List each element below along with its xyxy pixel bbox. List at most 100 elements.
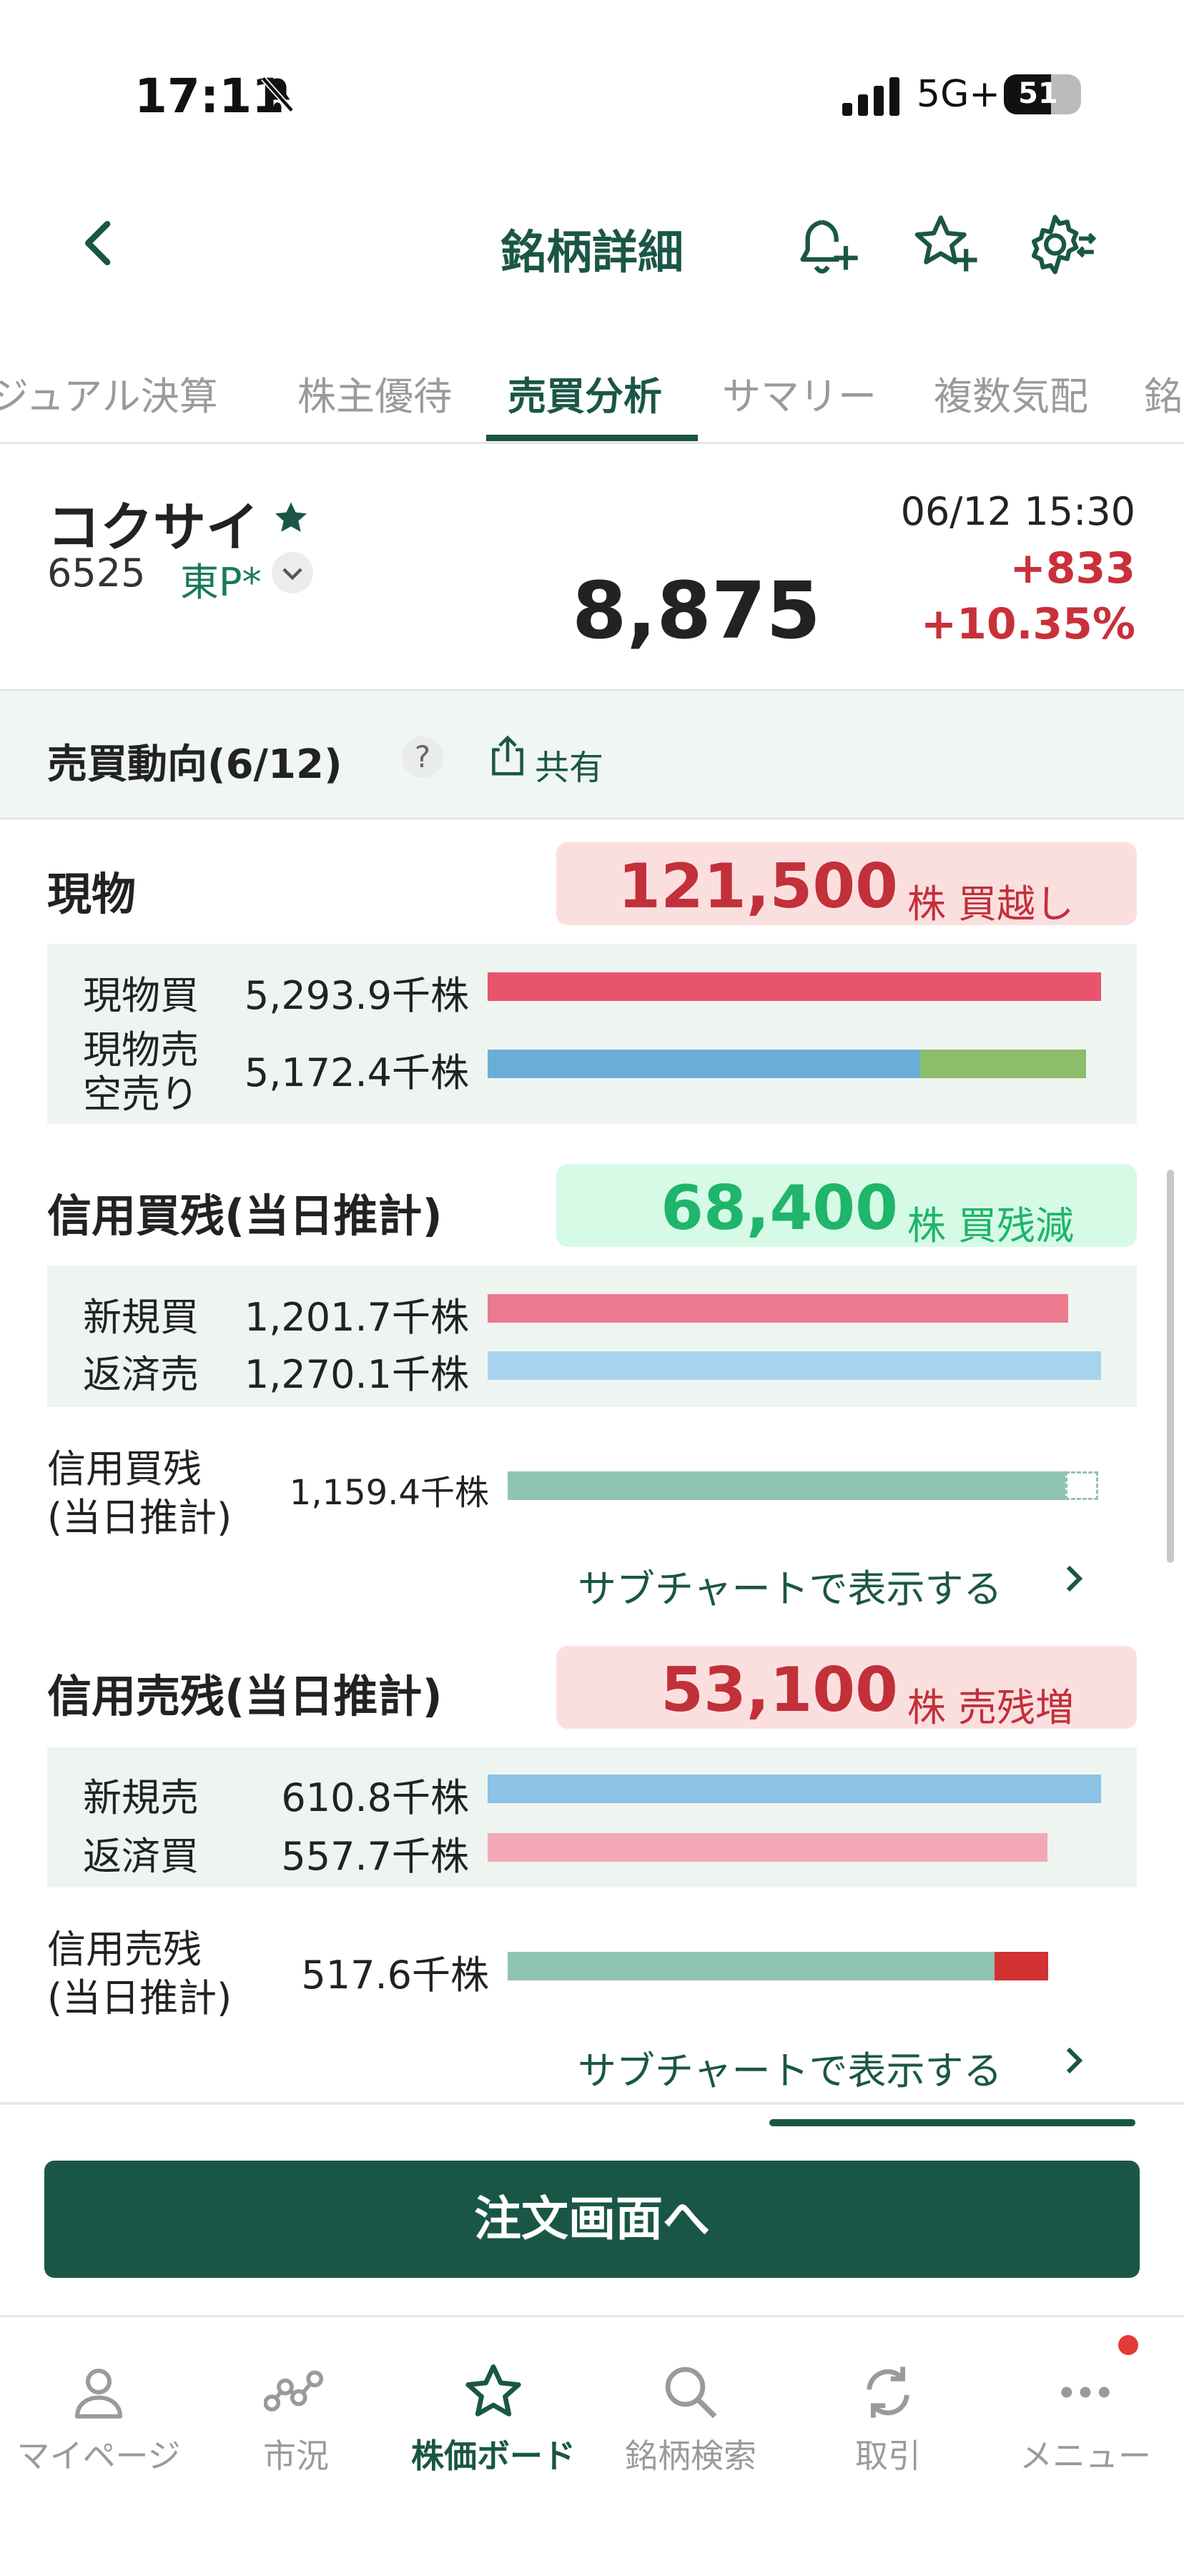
margin-buy-change-value: 68,400: [661, 1173, 898, 1244]
margin-buy-subchart-link[interactable]: サブチャートで表示する: [578, 1557, 1002, 1614]
stock-market: 東P*: [180, 560, 262, 605]
signal-icon: [842, 77, 899, 116]
favorite-star-icon[interactable]: [272, 499, 310, 538]
margin-new-sell-label: 新規売: [83, 1775, 199, 1820]
margin-repay-buy-value: 557.7千株: [281, 1834, 469, 1879]
margin-sell-change-unit: 株 売残増: [907, 1685, 1074, 1730]
margin-sell-increase-bar: [995, 1952, 1048, 1980]
margin-sell-panel: [47, 1747, 1137, 1887]
chevron-right-icon[interactable]: [1057, 2043, 1091, 2078]
order-button[interactable]: 注文画面へ: [44, 2161, 1140, 2278]
tab-next[interactable]: 銘: [1144, 365, 1183, 421]
margin-repay-sell-bar: [488, 1351, 1101, 1380]
person-icon: [75, 2369, 122, 2419]
price-datetime: 06/12 15:30: [900, 489, 1135, 534]
genbutsu-sell-value: 5,172.4千株: [244, 1050, 469, 1095]
network-type: 5G+: [917, 73, 1000, 116]
karauri-bar: [920, 1050, 1086, 1078]
share-button[interactable]: 共有: [535, 739, 603, 789]
nav-trade[interactable]: 取引: [789, 2360, 987, 2477]
battery-icon: 51: [1004, 74, 1081, 114]
margin-buy-badge: 68,400 株 買残減: [556, 1164, 1137, 1248]
genbutsu-buy-value: 5,293.9千株: [244, 973, 469, 1018]
margin-buy-change-unit: 株 買残減: [907, 1203, 1074, 1248]
margin-buy-balance-value: 1,159.4千株: [289, 1473, 489, 1513]
scrollbar[interactable]: [1167, 1170, 1174, 1563]
refresh-icon: [867, 2367, 909, 2418]
next-section-hint: [769, 2119, 1135, 2126]
margin-sell-balance-value: 517.6千株: [301, 1953, 489, 1998]
nav-label: 株価ボード: [411, 2437, 576, 2475]
margin-new-buy-bar: [488, 1294, 1068, 1323]
nav-mypage[interactable]: マイページ: [0, 2360, 197, 2477]
bell-muted-icon: [261, 76, 294, 113]
margin-buy-panel: [47, 1265, 1137, 1407]
genbutsu-net-value: 121,500: [618, 851, 898, 922]
chevron-right-icon[interactable]: [1057, 1561, 1091, 1596]
section-divider: [0, 2102, 1184, 2105]
genbutsu-net-unit: 株 買越し: [907, 882, 1074, 927]
margin-new-sell-bar: [488, 1775, 1101, 1803]
nav-label: メニュー: [1020, 2437, 1151, 2475]
margin-buy-title: 信用買残(当日推計): [47, 1190, 443, 1242]
margin-repay-sell-label: 返済売: [83, 1352, 199, 1397]
add-alert-bell-icon[interactable]: [792, 209, 864, 280]
tab-summary[interactable]: サマリー: [722, 365, 877, 421]
margin-new-buy-label: 新規買: [83, 1295, 199, 1340]
bottom-nav: マイページ 市況 株価ボード 銘柄検索 取引 メニュー: [0, 2315, 1184, 2576]
tab-shareholder-benefits[interactable]: 株主優待: [297, 365, 452, 421]
genbutsu-badge: 121,500 株 買越し: [556, 842, 1137, 927]
settings-gear-icon[interactable]: [1025, 209, 1097, 280]
chevron-down-icon[interactable]: [272, 552, 313, 593]
price-change-percent: +10.35%: [920, 599, 1135, 649]
nav-market[interactable]: 市況: [197, 2360, 395, 2477]
page-title: 銘柄詳細: [500, 227, 684, 280]
margin-sell-change-value: 53,100: [661, 1654, 898, 1726]
genbutsu-sell-bar: [488, 1050, 920, 1078]
nav-menu[interactable]: メニュー: [987, 2360, 1184, 2477]
add-favorite-star-icon[interactable]: [909, 209, 981, 280]
tab-visual-results[interactable]: ジュアル決算: [0, 365, 218, 421]
share-icon[interactable]: [488, 734, 528, 778]
stock-name: コクサイ: [47, 497, 259, 558]
stock-code: 6525: [47, 551, 146, 596]
margin-sell-balance-sublabel: (当日推計): [47, 1975, 232, 2020]
margin-sell-title: 信用売残(当日推計): [47, 1670, 443, 1722]
nav-stock-board[interactable]: 株価ボード: [395, 2360, 592, 2477]
active-tab-indicator: [486, 435, 698, 441]
genbutsu-buy-bar: [488, 972, 1101, 1001]
margin-sell-subchart-link[interactable]: サブチャートで表示する: [578, 2039, 1002, 2096]
margin-repay-buy-label: 返済買: [83, 1834, 199, 1879]
margin-new-sell-value: 610.8千株: [281, 1775, 469, 1820]
margin-buy-decrease-marker: [1065, 1471, 1098, 1500]
genbutsu-title: 現物: [47, 868, 137, 920]
stock-price: 8,875: [572, 565, 821, 656]
market-graph-icon: [264, 2370, 324, 2412]
price-change: +833: [1010, 543, 1135, 593]
star-icon: [465, 2364, 521, 2417]
more-icon: [1061, 2387, 1110, 2398]
margin-buy-balance-bar: [508, 1471, 1065, 1500]
nav-search[interactable]: 銘柄検索: [592, 2360, 789, 2477]
notification-dot: [1118, 2335, 1138, 2355]
nav-label: マイページ: [16, 2437, 181, 2475]
tab-bar: ジュアル決算 株主優待 売買分析 サマリー 複数気配 銘: [0, 357, 1184, 444]
battery-level: 51: [1018, 77, 1058, 110]
nav-label: 市況: [263, 2437, 329, 2475]
genbutsu-panel: [47, 944, 1137, 1124]
karauri-label: 空売り: [83, 1072, 199, 1117]
search-icon: [665, 2367, 717, 2419]
margin-repay-sell-value: 1,270.1千株: [244, 1352, 469, 1397]
tab-multi-quotes[interactable]: 複数気配: [934, 365, 1088, 421]
margin-buy-balance-sublabel: (当日推計): [47, 1495, 232, 1540]
trend-title: 売買動向(6/12): [47, 741, 342, 788]
genbutsu-buy-label: 現物買: [83, 973, 199, 1018]
margin-repay-buy-bar: [488, 1833, 1047, 1862]
margin-sell-balance-bar: [508, 1952, 995, 1980]
margin-new-buy-value: 1,201.7千株: [244, 1295, 469, 1340]
margin-sell-badge: 53,100 株 売残増: [556, 1646, 1137, 1730]
nav-label: 銘柄検索: [625, 2437, 756, 2475]
tab-trade-analysis[interactable]: 売買分析: [508, 365, 662, 421]
nav-label: 取引: [855, 2437, 921, 2475]
help-icon[interactable]: ?: [402, 736, 443, 778]
